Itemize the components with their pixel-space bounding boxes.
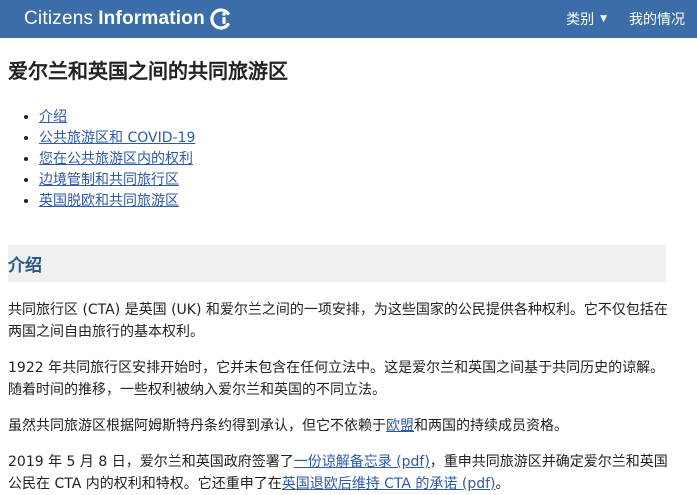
- brand-name-light: Citizens: [24, 8, 94, 29]
- brand-name-bold: Information: [98, 8, 205, 29]
- page-title: 爱尔兰和英国之间的共同旅游区: [8, 59, 288, 83]
- nav-categories-label: 类别: [566, 12, 595, 28]
- chevron-down-icon: ▼: [600, 14, 607, 24]
- paragraph-cta-recognition: 虽然共同旅游区根据阿姆斯特丹条约得到承认，但它不依赖于欧盟和两国的持续成员资格。: [8, 415, 672, 437]
- paragraph-cta-history: 1922 年共同旅行区安排开始时，它并未包含在任何立法中。这是爱尔兰和英国之间基…: [8, 360, 665, 398]
- paragraph-cta-definition: 共同旅行区 (CTA) 是英国 (UK) 和爱尔兰之间的一项安排，为这些国家的公…: [8, 302, 668, 340]
- toc-link-border[interactable]: 边境管制和共同旅行区: [39, 172, 179, 188]
- info-logo-icon: [210, 8, 230, 30]
- text-segment: 和两国的持续成员资格。: [414, 418, 568, 434]
- top-navigation-bar: Citizens Information 类别 ▼ 我的情况: [0, 0, 697, 38]
- toc-item: 介绍: [39, 107, 697, 128]
- toc-item: 边境管制和共同旅行区: [39, 170, 697, 191]
- header-nav: 类别 ▼ 我的情况: [566, 0, 697, 38]
- toc-link-brexit[interactable]: 英国脱欧和共同旅游区: [39, 193, 179, 209]
- nav-my-situation-label: 我的情况: [629, 12, 685, 28]
- paragraph-memorandum: 2019 年 5 月 8 日，爱尔兰和英国政府签署了一份谅解备忘录 (pdf)，…: [8, 451, 672, 495]
- toc-link-rights[interactable]: 您在公共旅游区内的权利: [39, 151, 193, 167]
- link-brexit-commitment-pdf[interactable]: 英国退欧后维持 CTA 的承诺 (pdf): [282, 476, 496, 492]
- nav-categories-menu[interactable]: 类别 ▼: [566, 9, 607, 29]
- table-of-contents: 介绍 公共旅游区和 COVID-19 您在公共旅游区内的权利 边境管制和共同旅行…: [8, 107, 697, 212]
- text-segment: 。: [495, 476, 510, 492]
- text-segment: 2019 年 5 月 8 日，爱尔兰和英国政府签署了: [8, 454, 294, 470]
- nav-my-situation-menu[interactable]: 我的情况: [629, 9, 685, 29]
- section-title: 介绍: [8, 256, 42, 276]
- toc-item: 英国脱欧和共同旅游区: [39, 191, 697, 212]
- section-header-intro: 介绍: [8, 245, 666, 282]
- toc-link-intro[interactable]: 介绍: [39, 109, 67, 125]
- toc-item: 您在公共旅游区内的权利: [39, 149, 697, 170]
- link-memorandum-pdf[interactable]: 一份谅解备忘录 (pdf): [294, 454, 430, 470]
- main-content: 爱尔兰和英国之间的共同旅游区 介绍 公共旅游区和 COVID-19 您在公共旅游…: [0, 38, 697, 495]
- site-logo[interactable]: Citizens Information: [24, 5, 233, 33]
- toc-item: 公共旅游区和 COVID-19: [39, 128, 697, 149]
- text-segment: 虽然共同旅游区根据阿姆斯特丹条约得到承认，但它不依赖于: [8, 418, 386, 434]
- toc-link-covid[interactable]: 公共旅游区和 COVID-19: [39, 130, 195, 146]
- link-eu[interactable]: 欧盟: [386, 418, 414, 434]
